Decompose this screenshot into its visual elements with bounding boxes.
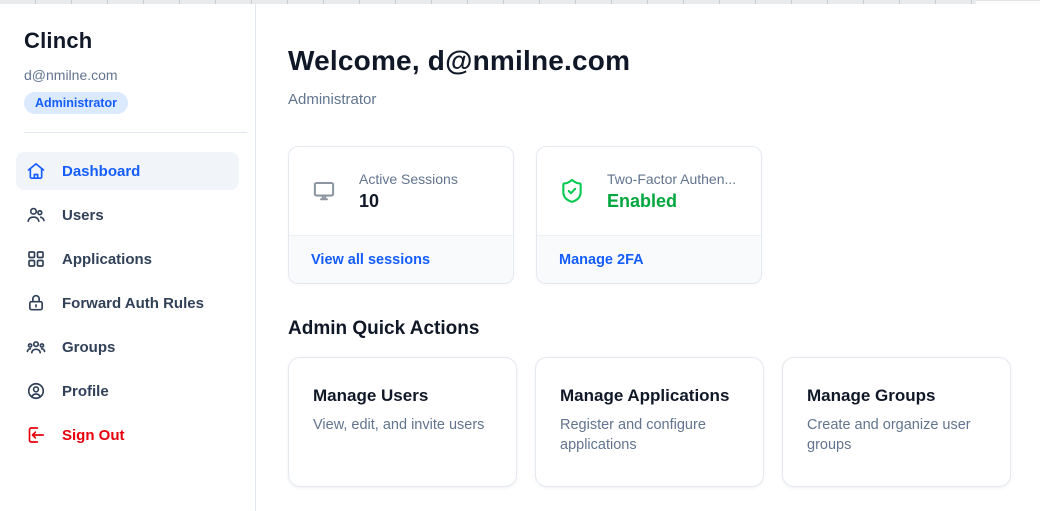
users-icon [26,205,46,225]
stats-row: Active Sessions 10 View all sessions [288,146,1011,284]
action-card-description: View, edit, and invite users [313,415,492,435]
sidebar-divider [24,132,247,133]
stat-value: Enabled [607,191,736,212]
two-factor-card: Two-Factor Authen... Enabled Manage 2FA [536,146,762,284]
page-title: Welcome, d@nmilne.com [288,45,1011,77]
page-subtitle: Administrator [288,91,1011,108]
monitor-icon [311,178,337,204]
action-card-title: Manage Groups [807,386,986,406]
groups-icon [26,337,46,357]
browser-edge-strip-end [976,0,1040,4]
sidebar-item-label: Groups [62,339,115,356]
active-sessions-card: Active Sessions 10 View all sessions [288,146,514,284]
action-card-description: Create and organize user groups [807,415,986,455]
grid-icon [26,249,46,269]
manage-applications-card[interactable]: Manage Applications Register and configu… [535,357,764,487]
quick-actions-row: Manage Users View, edit, and invite user… [288,357,1011,487]
sidebar-item-label: Forward Auth Rules [62,295,204,312]
manage-users-card[interactable]: Manage Users View, edit, and invite user… [288,357,517,487]
action-card-title: Manage Users [313,386,492,406]
action-card-title: Manage Applications [560,386,739,406]
role-badge: Administrator [24,92,128,114]
stat-label: Active Sessions [359,171,458,187]
sidebar-item-sign-out[interactable]: Sign Out [16,416,239,454]
sidebar-item-groups[interactable]: Groups [16,328,239,366]
manage-2fa-link[interactable]: Manage 2FA [559,252,644,268]
sign-out-icon [26,425,46,445]
sidebar-item-label: Dashboard [62,163,140,180]
sidebar: Clinch d@nmilne.com Administrator Dashbo… [0,4,256,511]
user-circle-icon [26,381,46,401]
shield-check-icon [559,178,585,204]
browser-edge-strip [0,0,1040,4]
sidebar-item-profile[interactable]: Profile [16,372,239,410]
action-card-description: Register and configure applications [560,415,739,455]
app-window: Clinch d@nmilne.com Administrator Dashbo… [0,0,1040,511]
stat-label: Two-Factor Authen... [607,171,736,187]
lock-icon [26,293,46,313]
sidebar-item-label: Profile [62,383,109,400]
manage-groups-card[interactable]: Manage Groups Create and organize user g… [782,357,1011,487]
sidebar-item-applications[interactable]: Applications [16,240,239,278]
sidebar-item-label: Users [62,207,104,224]
stat-card-footer: View all sessions [289,235,513,283]
sidebar-item-dashboard[interactable]: Dashboard [16,152,239,190]
app-logo: Clinch [24,28,231,54]
sidebar-item-label: Sign Out [62,427,125,444]
sidebar-item-forward-auth-rules[interactable]: Forward Auth Rules [16,284,239,322]
quick-actions-title: Admin Quick Actions [288,318,1011,340]
stat-value: 10 [359,191,458,212]
view-all-sessions-link[interactable]: View all sessions [311,252,430,268]
home-icon [26,161,46,181]
sidebar-item-users[interactable]: Users [16,196,239,234]
stat-card-footer: Manage 2FA [537,235,761,283]
sidebar-nav: Dashboard Users [16,152,239,454]
sidebar-item-label: Applications [62,251,152,268]
main-content: Welcome, d@nmilne.com Administrator [256,4,1040,511]
user-email: d@nmilne.com [24,67,231,83]
